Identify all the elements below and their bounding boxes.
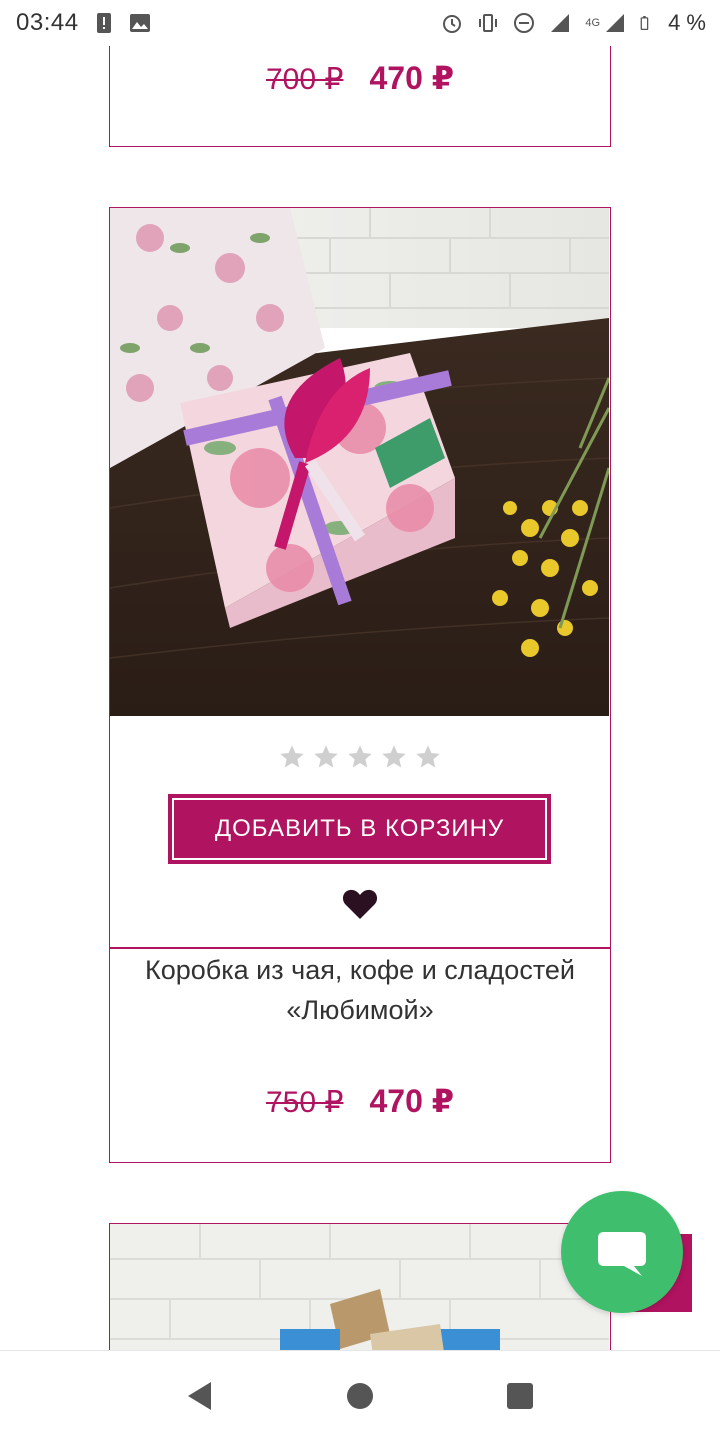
new-price: 470 ₽ <box>369 1083 455 1119</box>
old-price: 750 ₽ <box>265 1086 344 1119</box>
rating[interactable] <box>110 743 610 771</box>
recents-icon <box>507 1382 533 1409</box>
product-name[interactable]: Коробка из чая, кофе и сладостей «Любимо… <box>130 950 590 1030</box>
product-card[interactable]: ДОБАВИТЬ В КОРЗИНУ Коробка из чая, кофе … <box>109 207 611 1163</box>
star-icon[interactable] <box>380 743 408 771</box>
status-time: 03:44 <box>16 9 79 36</box>
battery-percent: 4 % <box>668 10 706 35</box>
status-right: 4G 4 % <box>441 10 706 36</box>
product-card-next[interactable] <box>109 1223 611 1350</box>
price-row: 700 ₽ 470 ₽ <box>110 59 610 97</box>
navigation-bar <box>0 1350 720 1440</box>
home-icon <box>347 1382 373 1409</box>
new-price: 470 ₽ <box>369 60 455 96</box>
old-price: 700 ₽ <box>265 63 344 96</box>
alert-icon <box>96 13 111 33</box>
star-icon[interactable] <box>312 743 340 771</box>
chat-button[interactable] <box>561 1191 683 1313</box>
vibrate-icon <box>479 14 498 32</box>
product-image-next[interactable] <box>110 1224 609 1350</box>
back-icon <box>188 1381 211 1410</box>
network-type: 4G <box>585 17 601 29</box>
dnd-icon <box>514 13 535 33</box>
home-button[interactable] <box>340 1376 380 1416</box>
add-to-cart-button[interactable]: ДОБАВИТЬ В КОРЗИНУ <box>168 794 551 864</box>
star-icon[interactable] <box>346 743 374 771</box>
product-list[interactable]: 700 ₽ 470 ₽ ДОБАВИТЬ В КОРЗИНУ Коробка и… <box>0 0 720 1350</box>
signal-icon <box>551 14 570 32</box>
star-icon[interactable] <box>414 743 442 771</box>
recents-button[interactable] <box>500 1376 540 1416</box>
battery-icon <box>640 16 649 30</box>
back-button[interactable] <box>180 1376 220 1416</box>
price-row: 750 ₽ 470 ₽ <box>110 1082 610 1120</box>
status-bar: 03:44 4G 4 % <box>0 0 720 46</box>
chat-icon <box>598 1232 646 1276</box>
product-image[interactable] <box>110 208 609 716</box>
image-icon <box>129 14 150 32</box>
signal-4g-icon <box>606 14 625 32</box>
card-divider <box>110 947 610 949</box>
star-icon[interactable] <box>278 743 306 771</box>
heart-icon[interactable] <box>342 888 378 920</box>
status-left: 03:44 <box>16 9 151 37</box>
alarm-icon <box>443 15 462 33</box>
